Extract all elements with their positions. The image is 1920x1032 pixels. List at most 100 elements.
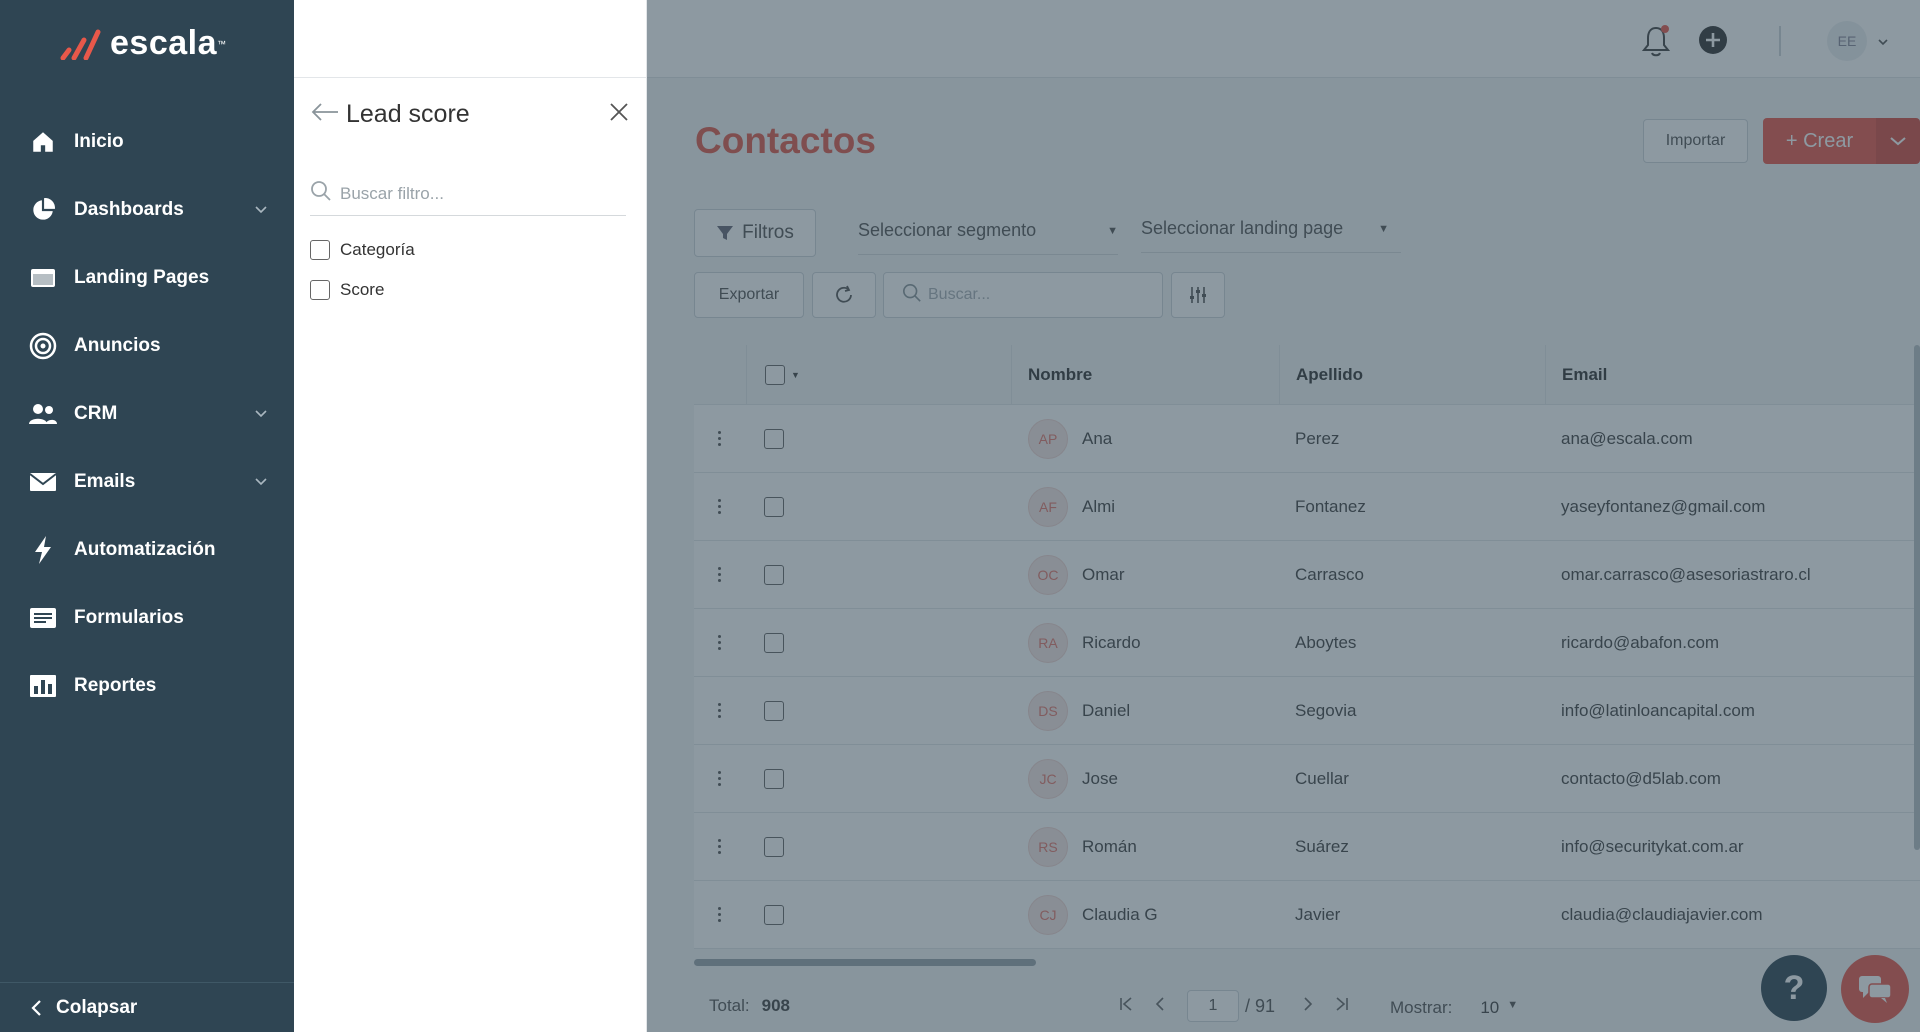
page-title: Contactos (695, 120, 876, 161)
sidebar-item-anuncios[interactable]: Anuncios (0, 312, 294, 380)
name-cell[interactable]: OC Omar (1012, 554, 1279, 595)
filter-search-field[interactable] (310, 172, 626, 216)
filter-option-categoria[interactable]: Categoría (310, 240, 415, 260)
row-checkbox-cell (746, 609, 1012, 676)
table-row[interactable]: RS Román Suárez info@securitykat.com.ar (694, 813, 1920, 881)
name-cell[interactable]: AP Ana (1012, 418, 1279, 459)
kebab-menu-icon[interactable] (718, 771, 722, 786)
create-button[interactable]: + Crear (1763, 118, 1876, 164)
table-row[interactable]: DS Daniel Segovia info@latinloancapital.com (694, 677, 1920, 745)
kebab-menu-icon[interactable] (718, 635, 722, 650)
table-row[interactable]: AP Ana Perez ana@escala.com (694, 405, 1920, 473)
filters-button[interactable]: Filtros (694, 209, 816, 257)
name-cell[interactable]: AF Almi (1012, 486, 1279, 527)
sidebar-item-crm[interactable]: CRM (0, 380, 294, 448)
column-settings-button[interactable] (1171, 272, 1225, 318)
bell-icon[interactable] (1640, 24, 1672, 63)
filter-panel: Lead score Categoría Score (294, 0, 647, 1032)
row-checkbox[interactable] (764, 836, 784, 857)
first-name: Jose (1082, 768, 1118, 788)
kebab-menu-icon[interactable] (718, 567, 722, 582)
column-header-nombre[interactable]: Nombre (1012, 345, 1279, 404)
sidebar-item-label: Reportes (74, 675, 157, 696)
checkbox[interactable] (310, 280, 330, 300)
name-cell[interactable]: RS Román (1012, 826, 1279, 867)
sidebar-item-automatizacion[interactable]: Automatización (0, 516, 294, 584)
name-cell[interactable]: RA Ricardo (1012, 622, 1279, 663)
first-name: Claudia G (1082, 904, 1158, 924)
row-checkbox[interactable] (764, 632, 784, 653)
sidebar-item-emails[interactable]: Emails (0, 448, 294, 516)
column-header-apellido[interactable]: Apellido (1279, 345, 1545, 404)
filter-option-score[interactable]: Score (310, 280, 384, 300)
contacts-search-field[interactable] (883, 272, 1163, 318)
import-button[interactable]: Importar (1643, 119, 1748, 163)
kebab-menu-icon[interactable] (718, 431, 722, 446)
row-checkbox[interactable] (764, 700, 784, 721)
landing-page-select-value: Seleccionar landing page (1141, 218, 1344, 238)
contact-avatar: RA (1028, 622, 1068, 663)
vertical-scrollbar[interactable] (1914, 345, 1920, 850)
row-checkbox[interactable] (764, 904, 784, 925)
back-arrow-icon[interactable] (310, 101, 340, 128)
table-header: ▼ Nombre Apellido Email (694, 345, 1920, 405)
kebab-menu-icon[interactable] (718, 499, 722, 514)
name-cell[interactable]: DS Daniel (1012, 690, 1279, 731)
kebab-menu-icon[interactable] (718, 907, 722, 922)
close-icon[interactable] (608, 101, 630, 128)
chevron-down-icon[interactable] (1877, 34, 1889, 52)
chevron-down-icon (246, 409, 276, 419)
page-number-input[interactable]: 1 (1187, 990, 1239, 1022)
page-size-select[interactable]: 10 (1480, 998, 1499, 1018)
collapse-sidebar-button[interactable]: Colapsar (0, 982, 294, 1032)
table-row[interactable]: RA Ricardo Aboytes ricardo@abafon.com (694, 609, 1920, 677)
sidebar-item-landing-pages[interactable]: Landing Pages (0, 244, 294, 312)
help-button[interactable]: ? (1761, 955, 1827, 1021)
escala-logo-icon (60, 29, 101, 60)
contacts-search-input[interactable] (928, 286, 1148, 304)
row-checkbox[interactable] (764, 428, 784, 449)
checkbox[interactable] (310, 240, 330, 260)
select-all-checkbox[interactable] (765, 364, 785, 385)
next-page-icon[interactable] (1303, 996, 1313, 1017)
sidebar-item-reportes[interactable]: Reportes (0, 652, 294, 720)
user-avatar[interactable]: EE (1827, 21, 1867, 61)
export-button[interactable]: Exportar (694, 272, 804, 318)
table-row[interactable]: AF Almi Fontanez yaseyfontanez@gmail.com (694, 473, 1920, 541)
logo[interactable]: escala ™ (60, 24, 226, 63)
filter-search-input[interactable] (340, 183, 610, 204)
kebab-menu-icon[interactable] (718, 839, 722, 854)
first-page-icon[interactable] (1119, 996, 1133, 1017)
table-row[interactable]: OC Omar Carrasco omar.carrasco@asesoriastra… (694, 541, 1920, 609)
create-dropdown-button[interactable] (1876, 118, 1920, 164)
horizontal-scrollbar[interactable] (694, 959, 1036, 966)
row-checkbox[interactable] (764, 768, 784, 789)
sidebar-item-inicio[interactable]: Inicio (0, 108, 294, 176)
funnel-icon (717, 226, 734, 240)
caret-down-icon[interactable]: ▼ (791, 370, 800, 380)
name-cell[interactable]: JC Jose (1012, 758, 1279, 799)
kebab-menu-icon[interactable] (718, 703, 722, 718)
contact-avatar: JC (1028, 758, 1068, 799)
chat-button[interactable] (1841, 955, 1909, 1023)
row-checkbox[interactable] (764, 564, 784, 585)
row-checkbox[interactable] (764, 496, 784, 517)
add-circle-icon[interactable] (1697, 24, 1729, 61)
sidebar-item-formularios[interactable]: Formularios (0, 584, 294, 652)
table-row[interactable]: CJ Claudia G Javier claudia@claudiajavier.c… (694, 881, 1920, 949)
previous-page-icon[interactable] (1155, 996, 1165, 1017)
column-header-email[interactable]: Email (1545, 345, 1920, 404)
sidebar-item-dashboards[interactable]: Dashboards (0, 176, 294, 244)
landing-page-select[interactable]: Seleccionar landing page ▼ (1141, 205, 1401, 253)
row-checkbox-cell (746, 541, 1012, 608)
table-row[interactable]: JC Jose Cuellar contacto@d5lab.com (694, 745, 1920, 813)
refresh-button[interactable] (812, 272, 876, 318)
home-icon (26, 125, 60, 159)
segment-select[interactable]: Seleccionar segmento ▼ (858, 207, 1118, 255)
caret-down-icon[interactable]: ▼ (1507, 999, 1518, 1011)
name-cell[interactable]: CJ Claudia G (1012, 894, 1279, 935)
sidebar-item-label: Inicio (74, 131, 124, 152)
last-page-icon[interactable] (1335, 996, 1349, 1017)
last-name-cell: Aboytes (1295, 632, 1357, 652)
chevron-left-icon (31, 999, 41, 1016)
